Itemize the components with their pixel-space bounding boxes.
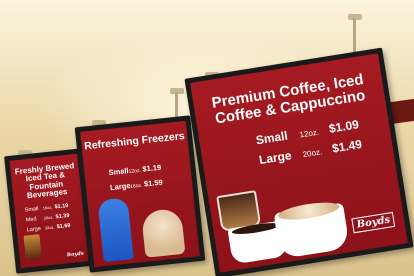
size-label: Large [257,147,293,167]
size-oz: 16oz. [129,182,143,190]
menu-board-title: Refreshing Freezers [83,130,186,153]
price: $1.19 [54,202,69,210]
size-label: Large [109,180,131,193]
menu-board-freezers: Refreshing Freezers Small 12oz. $1.19 La… [74,115,206,273]
price: $1.09 [327,116,360,136]
menu-board-screen: Premium Coffee, Iced Coffee & Cappuccino… [190,53,408,273]
price: $1.59 [143,177,164,189]
size-oz: 20oz. [43,214,54,221]
price: $1.49 [330,136,363,156]
price: $1.69 [56,222,71,230]
size-oz: 12oz. [298,127,320,140]
price: $1.19 [141,162,162,174]
menu-board-screen: Refreshing Freezers Small 12oz. $1.19 La… [80,120,200,268]
menu-board-coffee: Premium Coffee, Iced Coffee & Cappuccino… [184,47,414,276]
brand-logo: Boyds [66,250,84,259]
size-oz: 16oz. [42,204,53,211]
size-label: Med [25,215,37,224]
size-oz: 20oz. [301,146,323,159]
price: $1.39 [55,212,70,220]
price-row: Large 32oz. $1.69 [27,221,85,233]
photo-scene: Freshly Brewed Iced Tea & Fountain Bever… [0,0,414,276]
size-label: Small [108,166,129,178]
size-label: Small [24,205,39,214]
menu-board-screen: Freshly Brewed Iced Tea & Fountain Bever… [9,153,89,269]
size-oz: 32oz. [44,224,55,231]
menu-board-title: Freshly Brewed Iced Tea & Fountain Bever… [14,161,75,201]
size-label: Large [26,225,42,233]
iced-tea-cup-image [23,234,42,260]
size-label: Small [254,128,289,147]
price-list: Small 12oz. $1.09 Large 20oz. $1.49 [255,112,393,167]
blue-freezer-drink-image [97,197,134,263]
price-list: Small 16oz. $1.19 Med 20oz. $1.39 Large … [24,201,84,233]
size-oz: 12oz. [128,167,142,176]
price-row: Small 12oz. $1.19 [108,160,190,178]
price-list: Small 12oz. $1.19 Large 16oz. $1.59 [108,160,192,192]
brand-logo: Boyds [351,211,396,234]
frozen-dessert-image [140,207,186,258]
price-row: Large 16oz. $1.59 [109,175,192,193]
